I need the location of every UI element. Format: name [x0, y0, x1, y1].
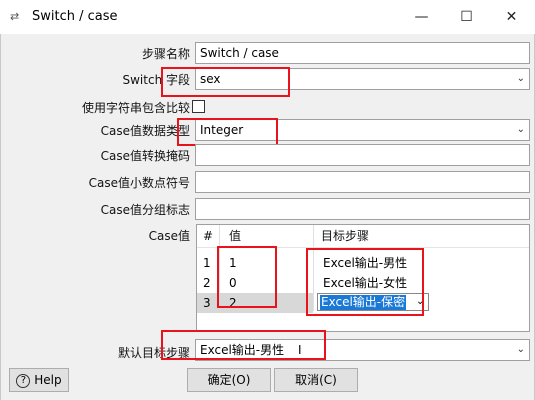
switch-field-combo[interactable]: sex ⌄	[195, 68, 530, 90]
case-value-cell[interactable]: 1	[229, 253, 237, 273]
use-string-contains-label: 使用字符串包含比较	[81, 101, 190, 115]
switch-field-label: Switch 字段	[122, 73, 191, 87]
row-number: 2	[203, 276, 211, 290]
case-type-value: Integer	[200, 123, 244, 137]
case-mask-label: Case值转换掩码	[100, 149, 190, 163]
case-type-label: Case值数据类型	[100, 124, 190, 138]
target-step-combo[interactable]: Excel输出-保密 ⌄	[317, 293, 429, 311]
table-row[interactable]: 2 0 Excel输出-女性	[197, 273, 529, 293]
title-bar: ⇄ Switch / case — ☐ ✕	[0, 0, 535, 34]
help-icon: ?	[16, 373, 31, 388]
maximize-icon[interactable]: ☐	[444, 0, 489, 34]
column-header-value[interactable]: 值	[229, 225, 241, 247]
text-cursor-icon: I	[297, 343, 302, 357]
case-value-cell[interactable]: 0	[229, 273, 237, 293]
column-header-number[interactable]: #	[203, 225, 213, 247]
minimize-icon[interactable]: —	[399, 0, 444, 34]
table-row[interactable]: 1 1 Excel输出-男性	[197, 253, 529, 273]
cancel-button[interactable]: 取消(C)	[274, 368, 358, 392]
window-title: Switch / case	[32, 9, 118, 24]
ok-button[interactable]: 确定(O)	[187, 368, 271, 392]
row-number: 1	[203, 256, 211, 270]
case-type-combo[interactable]: Integer ⌄	[195, 119, 530, 141]
step-name-label: 步骤名称	[141, 47, 190, 61]
chevron-down-icon[interactable]: ⌄	[517, 69, 525, 89]
case-group-label: Case值分组标志	[100, 203, 190, 217]
case-decimal-input[interactable]	[195, 171, 530, 193]
column-header-target[interactable]: 目标步骤	[321, 225, 369, 247]
chevron-down-icon[interactable]: ⌄	[517, 120, 525, 140]
case-values-table[interactable]: # 值 目标步骤 1 1 Excel输出-男性 2 0 Excel输出-女性 3…	[196, 224, 530, 332]
help-button[interactable]: ? Help	[9, 368, 69, 392]
default-target-label: 默认目标步骤	[117, 346, 190, 360]
row-number: 3	[203, 296, 211, 310]
default-target-combo[interactable]: Excel输出-男性 I ⌄	[195, 339, 530, 361]
table-row[interactable]: 3 2	[197, 293, 313, 313]
case-value-cell[interactable]: 2	[229, 293, 237, 313]
target-step-cell[interactable]: Excel输出-男性	[323, 253, 407, 273]
case-decimal-label: Case值小数点符号	[88, 176, 190, 190]
header-divider	[197, 247, 529, 248]
switch-field-value: sex	[200, 72, 221, 86]
target-step-cell[interactable]: Excel输出-女性	[323, 273, 407, 293]
default-target-value: Excel输出-男性	[200, 343, 285, 357]
step-name-input[interactable]: Switch / case	[195, 42, 530, 64]
case-values-label: Case值	[148, 229, 190, 243]
case-mask-input[interactable]	[195, 144, 530, 166]
case-group-input[interactable]	[195, 198, 530, 220]
chevron-down-icon[interactable]: ⌄	[517, 340, 525, 360]
target-step-selected[interactable]: Excel输出-保密	[320, 295, 407, 310]
help-label: Help	[34, 373, 62, 387]
chevron-down-icon[interactable]: ⌄	[416, 292, 424, 312]
use-string-contains-checkbox[interactable]	[192, 100, 205, 113]
close-icon[interactable]: ✕	[489, 0, 534, 34]
switch-arrows-icon: ⇄	[10, 10, 20, 23]
